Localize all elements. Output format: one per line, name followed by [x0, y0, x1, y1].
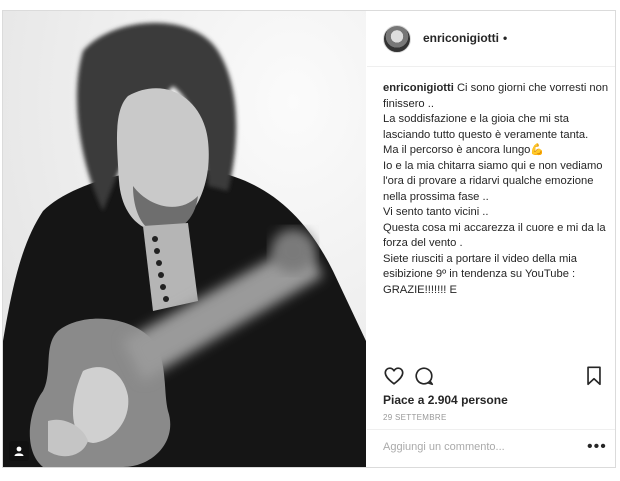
- instagram-post: enriconigiotti • enriconigiotti Ci sono g…: [2, 10, 616, 468]
- caption-username[interactable]: enriconigiotti: [383, 82, 454, 94]
- caption-line-7: Siete riusciti a portare il video della …: [383, 252, 578, 296]
- header-username: enriconigiotti •: [423, 31, 507, 45]
- more-options-button[interactable]: •••: [587, 438, 607, 456]
- person-glyph: [14, 446, 24, 456]
- username-link[interactable]: enriconigiotti: [423, 31, 499, 45]
- caption-line-1: enriconigiotti Ci sono giorni che vorres…: [383, 81, 611, 112]
- avatar[interactable]: [383, 25, 411, 53]
- post-caption: enriconigiotti Ci sono giorni che vorres…: [383, 81, 611, 298]
- caption-line-5: Vi sento tanto vicini ..: [383, 206, 489, 218]
- header-dot: •: [503, 31, 508, 45]
- post-date: 29 SETTEMBRE: [383, 413, 447, 422]
- user-tag-icon[interactable]: [9, 441, 29, 461]
- comment-bubble-icon[interactable]: [413, 365, 435, 387]
- post-header: enriconigiotti •: [367, 11, 615, 67]
- heart-icon[interactable]: [383, 365, 405, 387]
- caption-line-4: Io e la mia chitarra siamo qui e non ved…: [383, 159, 603, 203]
- comment-bar: •••: [367, 429, 615, 467]
- caption-line-2: La soddisfazione e la gioia che mi sta l…: [383, 113, 589, 141]
- action-bar: [383, 365, 603, 389]
- photo-image: [3, 11, 366, 467]
- caption-line-3: Ma il percorso è ancora lungo💪: [383, 144, 545, 156]
- post-photo[interactable]: [3, 11, 366, 467]
- post-sidebar: enriconigiotti • enriconigiotti Ci sono g…: [367, 11, 615, 467]
- bookmark-icon[interactable]: [583, 365, 605, 387]
- likes-count[interactable]: Piace a 2.904 persone: [383, 393, 508, 407]
- comment-input[interactable]: [383, 441, 573, 453]
- caption-line-6: Questa cosa mi accarezza il cuore e mi d…: [383, 221, 606, 250]
